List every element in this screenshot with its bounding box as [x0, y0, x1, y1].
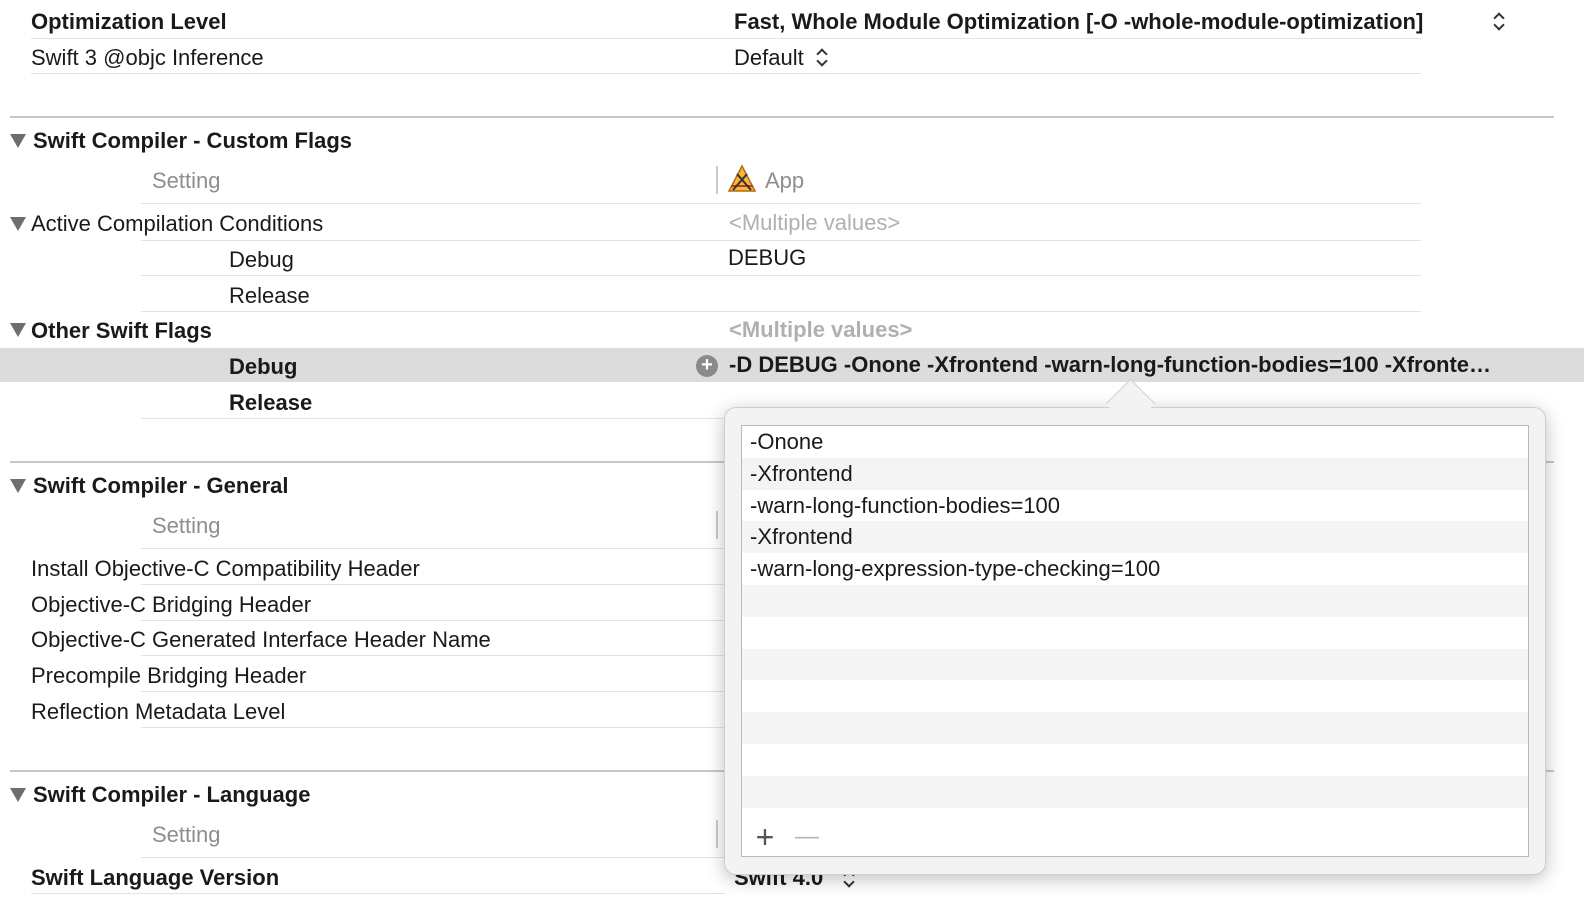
row-divider — [141, 418, 725, 419]
remove-item-button[interactable]: — — [790, 820, 824, 854]
flags-list[interactable]: -Onone -Xfrontend -warn-long-function-bo… — [741, 425, 1529, 857]
setting-column-header: Setting — [152, 513, 221, 538]
list-item[interactable]: -warn-long-function-bodies=100 — [742, 490, 1528, 522]
section-divider — [10, 116, 1554, 118]
acc-debug-label: Debug — [229, 247, 294, 272]
flags-editor-popover: -Onone -Xfrontend -warn-long-function-bo… — [724, 378, 1546, 875]
list-item[interactable]: -Onone — [742, 426, 1528, 458]
general-row: Install Objective-C Compatibility Header — [31, 556, 420, 581]
row-divider — [31, 73, 1421, 74]
disclosure-triangle-icon[interactable] — [10, 217, 26, 231]
list-item[interactable]: -warn-long-expression-type-checking=100 — [742, 553, 1528, 585]
optimization-level-label: Optimization Level — [31, 9, 227, 34]
active-compilation-conditions-label: Active Compilation Conditions — [31, 211, 324, 236]
stepper-icon[interactable] — [816, 47, 828, 69]
empty-row — [742, 617, 1528, 649]
row-divider — [141, 620, 725, 621]
column-separator — [716, 511, 718, 539]
active-compilation-conditions-value[interactable]: <Multiple values> — [729, 210, 900, 236]
empty-row — [742, 648, 1528, 681]
disclosure-triangle-icon[interactable] — [10, 788, 26, 802]
row-divider — [141, 275, 1421, 276]
add-circle-icon[interactable]: + — [696, 355, 718, 377]
objc-inference-value[interactable]: Default — [734, 45, 804, 71]
osf-debug-label: Debug — [229, 354, 298, 379]
row-divider — [141, 584, 725, 585]
row-divider — [141, 311, 1421, 312]
row-divider — [31, 38, 1421, 39]
empty-row — [742, 680, 1528, 712]
list-item[interactable]: -Xfrontend — [742, 521, 1528, 554]
general-row: Objective-C Generated Interface Header N… — [31, 627, 491, 652]
swift-language-version-label: Swift Language Version — [31, 865, 280, 890]
row-divider — [141, 203, 1421, 204]
popover-arrow — [1105, 378, 1156, 429]
other-swift-flags-label: Other Swift Flags — [31, 318, 212, 343]
disclosure-triangle-icon[interactable] — [10, 134, 26, 148]
section-title-language: Swift Compiler - Language — [33, 782, 311, 807]
empty-row — [742, 584, 1528, 617]
app-target-icon — [727, 164, 757, 192]
row-divider — [141, 655, 725, 656]
row-divider — [141, 727, 725, 728]
empty-row — [742, 775, 1528, 808]
column-separator — [716, 820, 718, 848]
general-row: Reflection Metadata Level — [31, 699, 286, 724]
setting-column-header: Setting — [152, 168, 221, 193]
row-divider — [141, 857, 725, 858]
row-divider — [31, 893, 725, 894]
row-divider — [141, 240, 1421, 241]
general-row: Objective-C Bridging Header — [31, 592, 312, 617]
target-name: App — [765, 168, 805, 193]
optimization-level-value[interactable]: Fast, Whole Module Optimization [-O -who… — [734, 9, 1423, 35]
row-divider — [141, 691, 725, 692]
setting-column-header: Setting — [152, 822, 221, 847]
osf-debug-value[interactable]: -D DEBUG -Onone -Xfrontend -warn-long-fu… — [729, 352, 1491, 378]
section-title-custom-flags: Swift Compiler - Custom Flags — [33, 128, 353, 153]
acc-release-label: Release — [229, 283, 310, 308]
empty-row — [742, 712, 1528, 744]
disclosure-triangle-icon[interactable] — [10, 323, 26, 337]
column-separator — [716, 166, 718, 194]
list-item[interactable]: -Xfrontend — [742, 457, 1528, 490]
row-divider — [141, 548, 725, 549]
section-title-general: Swift Compiler - General — [33, 473, 289, 498]
list-footer: + — — [742, 818, 1528, 856]
osf-release-label: Release — [229, 390, 313, 415]
disclosure-triangle-icon[interactable] — [10, 479, 26, 493]
general-row: Precompile Bridging Header — [31, 663, 307, 688]
objc-inference-label: Swift 3 @objc Inference — [31, 45, 264, 70]
acc-debug-value[interactable]: DEBUG — [728, 245, 806, 271]
other-swift-flags-value[interactable]: <Multiple values> — [729, 317, 912, 343]
empty-row — [742, 744, 1528, 776]
add-item-button[interactable]: + — [748, 820, 782, 854]
stepper-icon[interactable] — [1493, 11, 1505, 33]
